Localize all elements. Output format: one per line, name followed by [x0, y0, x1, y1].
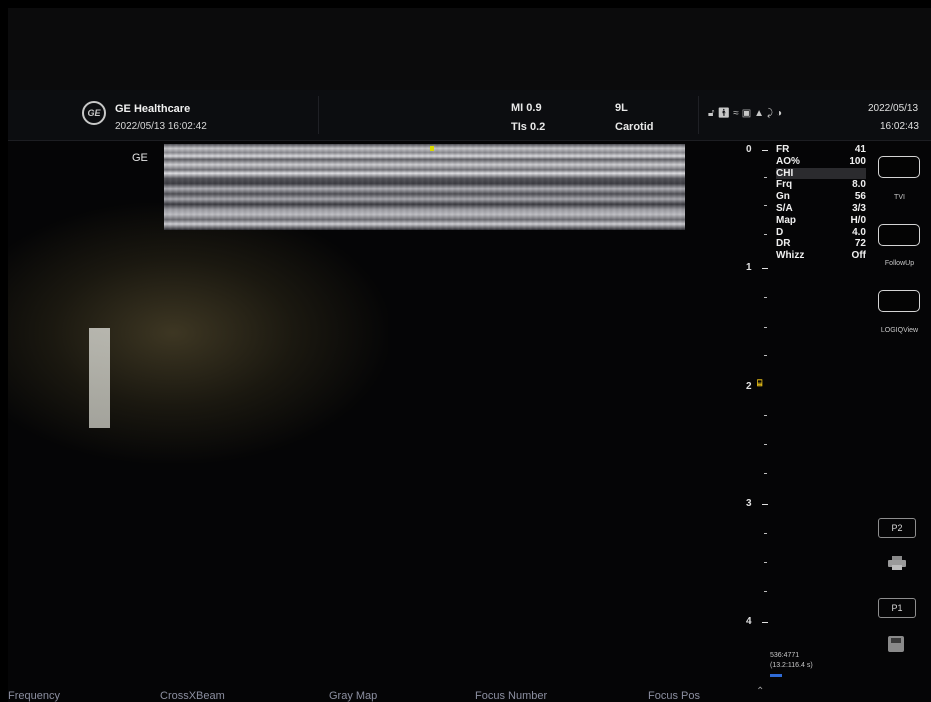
glare-strip: [89, 328, 110, 428]
logiqview-button[interactable]: [878, 290, 920, 312]
depth-tick: [764, 533, 767, 534]
depth-label: 0: [746, 144, 752, 155]
ultrasound-screen: GE GE Healthcare 2022/05/13 16:02:42 MI …: [8, 8, 931, 702]
printer-icon: [888, 556, 906, 570]
plug-icon: ⤸: [767, 108, 774, 119]
cine-counter: 536:4771 (13.2:116.4 s): [770, 651, 813, 671]
image-label: GE: [132, 152, 148, 164]
header-divider: [698, 96, 699, 134]
tvi-label: TVI: [894, 194, 905, 201]
depth-label: 4: [746, 616, 752, 627]
focus-number-control[interactable]: Focus Number: [475, 690, 547, 702]
depth-tick: [762, 622, 768, 623]
depth-tick: [764, 591, 767, 592]
depth-tick: [764, 205, 767, 206]
disk-icon: ▣: [741, 108, 752, 119]
ge-logo-icon: GE: [82, 101, 106, 125]
depth-tick: [764, 234, 767, 235]
followup-button[interactable]: [878, 224, 920, 246]
tvi-button[interactable]: [878, 156, 920, 178]
depth-tick: [764, 562, 767, 563]
focus-pos-control[interactable]: Focus Pos: [648, 690, 700, 702]
p2-button[interactable]: P2: [878, 518, 916, 538]
depth-label: 2: [746, 381, 752, 392]
imaging-parameters: FR 41 AO% 100 CHI Frq 8.0 Gn 56 S/A 3/3 Map H/…: [776, 144, 866, 262]
cine-frames: 536:4771: [770, 652, 800, 659]
cine-time: (13.2:116.4 s): [770, 662, 813, 669]
param-row: CHI: [776, 167, 866, 180]
ultrasound-image: [164, 144, 685, 230]
depth-tick: [764, 415, 767, 416]
depth-tick: [764, 297, 767, 298]
status-icons: 🔓︎ 🚹︎ ≈ ▣ ▲ ⤸ ◑: [708, 108, 782, 119]
contrast-icon: ◑: [776, 108, 783, 119]
depth-tick: [762, 268, 768, 269]
param-row: Frq 8.0: [776, 179, 866, 191]
followup-label: FollowUp: [884, 260, 915, 267]
depth-tick: [764, 177, 767, 178]
person-icon: 🚹︎: [717, 108, 731, 119]
bottom-control-bar: Frequency CrossXBeam Gray Map Focus Numb…: [8, 686, 931, 702]
header-divider: [318, 96, 319, 134]
depth-scale: 0 1 2 ⌸ 3 4: [738, 144, 778, 634]
cursor-marker: [430, 146, 434, 151]
depth-tick: [762, 150, 768, 151]
brand-name: GE Healthcare: [115, 103, 191, 115]
depth-tick: [764, 473, 767, 474]
focus-marker-icon: ⌸: [757, 378, 763, 388]
depth-label: 3: [746, 498, 752, 509]
depth-tick: [762, 504, 768, 505]
exam-datetime: 2022/05/13 16:02:42: [115, 121, 207, 132]
depth-tick: [764, 355, 767, 356]
cine-progress-bar[interactable]: [770, 674, 782, 677]
p1-button[interactable]: P1: [878, 598, 916, 618]
depth-tick: [764, 444, 767, 445]
mechanical-index: MI 0.9: [511, 102, 542, 114]
param-row: FR 41: [776, 144, 866, 155]
warning-icon: ▲: [754, 108, 765, 119]
depth-tick: [764, 327, 767, 328]
network-icon: ≈: [733, 108, 739, 119]
frequency-control[interactable]: Frequency: [8, 690, 60, 702]
param-row: D 4.0: [776, 226, 866, 238]
param-row: Whizz Off: [776, 250, 866, 262]
title-bar: GE GE Healthcare 2022/05/13 16:02:42 MI …: [8, 90, 931, 141]
probe-name: 9L: [615, 102, 628, 114]
screen-glare: [8, 203, 388, 463]
bezel-top: [8, 8, 931, 90]
exam-preset: Carotid: [615, 121, 654, 133]
thermal-index: TIs 0.2: [511, 121, 546, 133]
chevron-up-icon[interactable]: ⌃: [756, 686, 764, 697]
param-row: Gn 56: [776, 191, 866, 203]
system-time: 16:02:43: [880, 121, 919, 132]
param-row: DR 72: [776, 238, 866, 250]
crossxbeam-control[interactable]: CrossXBeam: [160, 690, 225, 702]
lock-icon: 🔓︎: [708, 108, 715, 119]
system-date: 2022/05/13: [868, 103, 919, 114]
soft-key-panel: TVI FollowUp LOGIQView P2 P1: [868, 140, 931, 700]
param-row: AO% 100: [776, 155, 866, 167]
depth-label: 1: [746, 262, 752, 273]
save-icon: [888, 636, 904, 652]
param-row: S/A 3/3: [776, 202, 866, 214]
logiqview-label: LOGIQView: [880, 327, 919, 334]
param-row: Map H/0: [776, 214, 866, 226]
gray-map-control[interactable]: Gray Map: [329, 690, 377, 702]
